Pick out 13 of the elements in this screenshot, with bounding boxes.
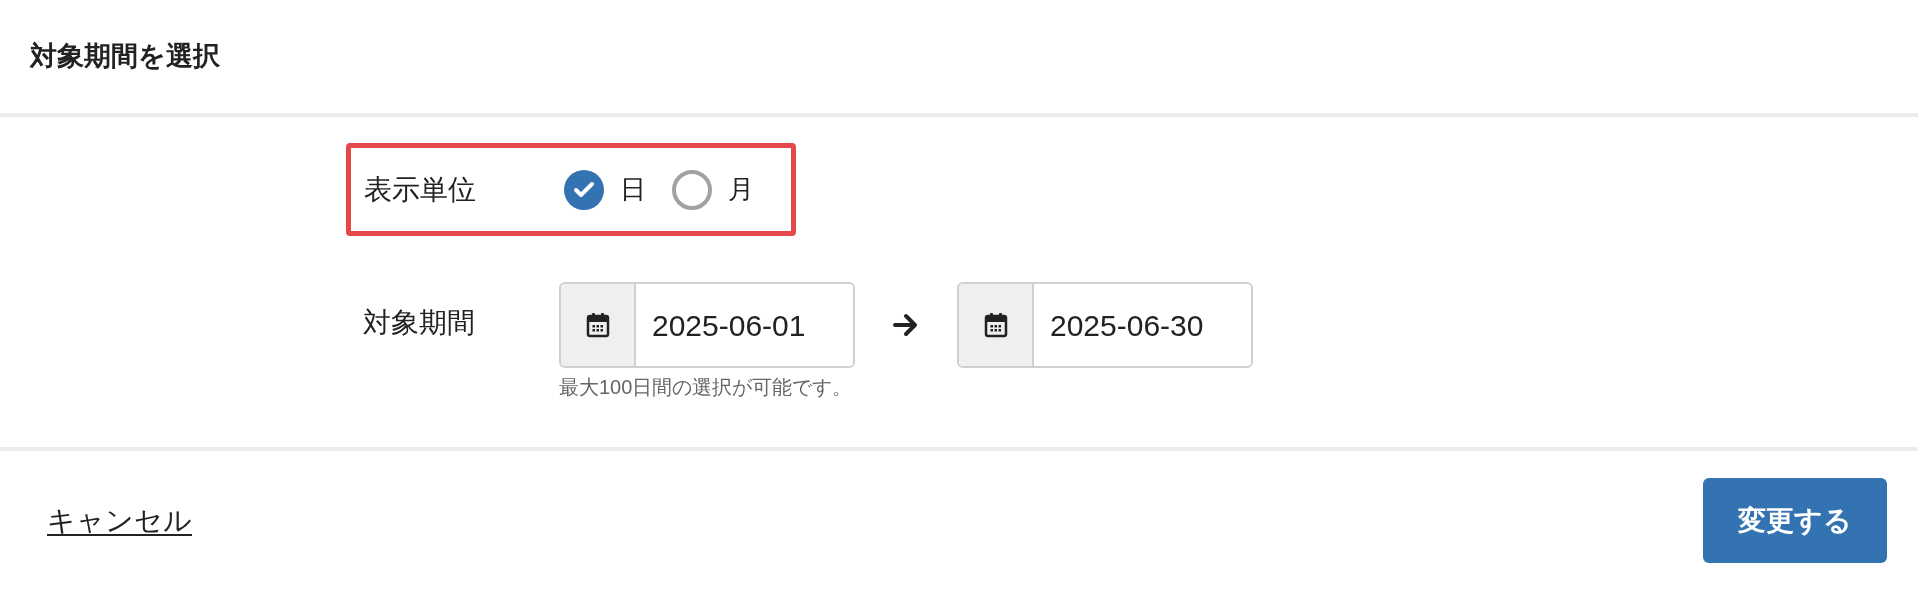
calendar-icon: [983, 312, 1008, 338]
radio-option[interactable]: 月: [672, 169, 754, 210]
help-text: 最大100日間の選択が可能です。: [559, 375, 854, 400]
period-label: 対象期間: [363, 306, 476, 340]
calendar-icon: [585, 312, 610, 338]
unit-label: 表示単位: [364, 172, 477, 207]
date-field[interactable]: 2025-06-30: [957, 282, 1253, 368]
dialog-title: 対象期間を選択: [30, 40, 220, 74]
arrow-right-icon: [893, 313, 919, 337]
date-field[interactable]: 2025-06-01: [559, 282, 855, 368]
radio-option[interactable]: 日: [564, 169, 646, 210]
submit-button[interactable]: 変更する: [1703, 478, 1887, 563]
cancel-link[interactable]: キャンセル: [47, 499, 192, 542]
